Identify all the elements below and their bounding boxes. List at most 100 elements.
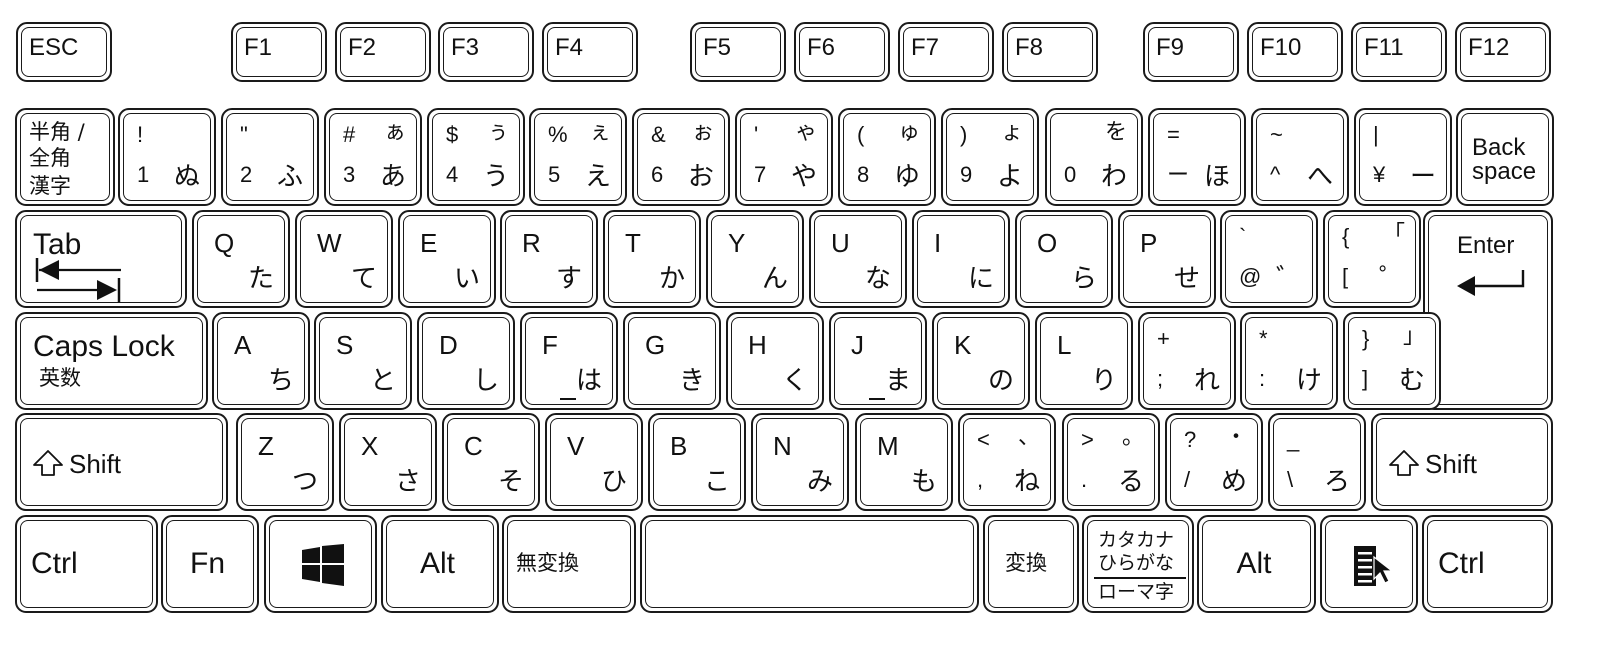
key-f6[interactable]: F6 [794, 22, 890, 82]
kana-char: わ [1101, 162, 1128, 192]
shift-char: ! [137, 122, 144, 147]
key-k[interactable]: Kの [932, 312, 1030, 410]
key-x[interactable]: Xさ [339, 413, 437, 511]
key-rbracket[interactable]: } 」] む [1343, 312, 1441, 410]
key-f2[interactable]: F2 [335, 22, 431, 82]
kana-char: し [473, 366, 500, 396]
key-caps-lock[interactable]: Caps Lock 英数 [15, 312, 208, 410]
key-4[interactable]: $ ぅ 4 う [427, 108, 525, 206]
key-9[interactable]: ) ょ 9 よ [941, 108, 1039, 206]
key-enter[interactable]: Enter [1423, 210, 1553, 410]
key-right-alt[interactable]: Alt [1197, 515, 1316, 613]
kana-char: ゛ [1276, 264, 1303, 294]
key-z[interactable]: Zつ [236, 413, 334, 511]
key-r[interactable]: Rす [500, 210, 598, 308]
enter-arrow-icon [1457, 270, 1525, 296]
key-f7[interactable]: F7 [898, 22, 994, 82]
key-windows[interactable] [264, 515, 377, 613]
key-f8[interactable]: F8 [1002, 22, 1098, 82]
key-p[interactable]: Pせ [1118, 210, 1216, 308]
key-hankaku[interactable]: 半角 / 全角 漢字 [15, 108, 115, 206]
key-3[interactable]: # ぁ 3 あ [324, 108, 422, 206]
key-esc[interactable]: ESC [16, 22, 112, 82]
key-semicolon[interactable]: +; れ [1138, 312, 1236, 410]
key-y[interactable]: Yん [706, 210, 804, 308]
shift-char: " [240, 122, 248, 147]
key-o[interactable]: Oら [1015, 210, 1113, 308]
key-right-ctrl[interactable]: Ctrl [1422, 515, 1553, 613]
key-comma[interactable]: < 、, ね [958, 413, 1056, 511]
key-fn[interactable]: Fn [161, 515, 259, 613]
key-left-shift[interactable]: Shift [15, 413, 228, 511]
key-label: 変換 [1005, 551, 1047, 575]
key-right-shift[interactable]: Shift [1371, 413, 1553, 511]
key-minus[interactable]: = ーほ [1148, 108, 1246, 206]
key-6[interactable]: & ぉ 6 お [632, 108, 730, 206]
key-t[interactable]: Tか [603, 210, 701, 308]
key-e[interactable]: Eい [398, 210, 496, 308]
key-g[interactable]: Gき [623, 312, 721, 410]
key-n[interactable]: Nみ [751, 413, 849, 511]
kana-char: ろ [1324, 467, 1351, 497]
key-label: Shift [69, 449, 122, 479]
key-f[interactable]: Fは [520, 312, 618, 410]
key-bracket[interactable]: {「 [゜ [1323, 210, 1421, 308]
key-7[interactable]: ' ゃ 7 や [735, 108, 833, 206]
key-slash[interactable]: ? ・ / め [1165, 413, 1263, 511]
japanese-keyboard-layout: ESC F1 F2 F3 F4 F5 F6 F7 F8 F9 F10 F11 F12 半角 / 全角 漢字! 1… [0, 0, 1615, 650]
key-c[interactable]: Cそ [442, 413, 540, 511]
key-1[interactable]: ! 1 ぬ [118, 108, 216, 206]
shift-char: ~ [1270, 122, 1283, 147]
key-space[interactable] [640, 515, 979, 613]
key-f4[interactable]: F4 [542, 22, 638, 82]
key-tab[interactable]: Tab [15, 210, 187, 308]
key-label-line: space [1472, 158, 1537, 185]
key-yen[interactable]: | ¥ ー [1354, 108, 1452, 206]
key-f10[interactable]: F10 [1247, 22, 1343, 82]
key-left-alt[interactable]: Alt [381, 515, 499, 613]
key-kana[interactable]: カタカナ ひらがな ローマ字 [1082, 515, 1194, 613]
key-at[interactable]: ` @ ゛ [1220, 210, 1318, 308]
key-f3[interactable]: F3 [438, 22, 534, 82]
main-char: E [420, 228, 438, 258]
key-label-line: ローマ字 [1098, 581, 1175, 603]
main-char: / [1184, 467, 1191, 492]
key-v[interactable]: Vひ [545, 413, 643, 511]
key-j[interactable]: Jま [829, 312, 927, 410]
key-l[interactable]: Lり [1035, 312, 1133, 410]
key-backslash[interactable]: _ \ ろ [1268, 413, 1366, 511]
key-h[interactable]: Hく [726, 312, 824, 410]
key-henkan[interactable]: 変換 [983, 515, 1079, 613]
key-d[interactable]: Dし [417, 312, 515, 410]
key-5[interactable]: % ぇ 5 え [529, 108, 627, 206]
key-f12[interactable]: F12 [1455, 22, 1551, 82]
key-i[interactable]: Iに [912, 210, 1010, 308]
key-f1[interactable]: F1 [231, 22, 327, 82]
key-a[interactable]: Aち [212, 312, 310, 410]
key-0[interactable]: を 0わ [1045, 108, 1143, 206]
key-left-ctrl[interactable]: Ctrl [15, 515, 158, 613]
key-muhenkan[interactable]: 無変換 [502, 515, 636, 613]
key-menu[interactable] [1320, 515, 1418, 613]
key-period[interactable]: > 。. る [1062, 413, 1160, 511]
key-label: F7 [911, 34, 940, 61]
main-char: N [773, 431, 792, 461]
key-colon[interactable]: *: け [1240, 312, 1338, 410]
key-u[interactable]: Uな [809, 210, 907, 308]
kana-shift-char: 、 [1018, 425, 1041, 450]
key-q[interactable]: Qた [192, 210, 290, 308]
key-s[interactable]: Sと [314, 312, 412, 410]
key-f5[interactable]: F5 [690, 22, 786, 82]
key-label-line: 漢字 [29, 174, 71, 198]
key-8[interactable]: (ゅ 8 ゆ [838, 108, 936, 206]
key-f11[interactable]: F11 [1351, 22, 1447, 82]
kana-divider [1094, 577, 1186, 579]
key-w[interactable]: Wて [295, 210, 393, 308]
key-b[interactable]: Bこ [648, 413, 746, 511]
key-f9[interactable]: F9 [1143, 22, 1239, 82]
main-char: W [317, 228, 342, 258]
key-caret[interactable]: ~ ^ へ [1251, 108, 1349, 206]
key-m[interactable]: Mも [855, 413, 953, 511]
key-backspace[interactable]: Back space [1456, 108, 1554, 206]
key-2[interactable]: " 2 ふ [221, 108, 319, 206]
